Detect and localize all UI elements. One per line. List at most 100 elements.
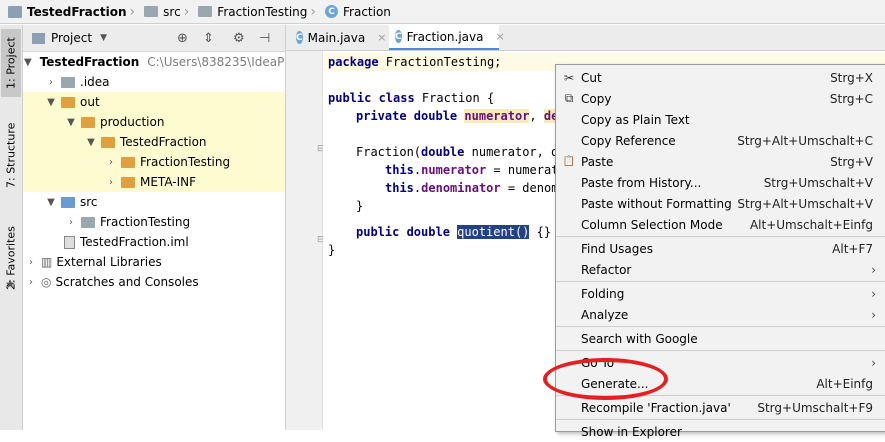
- menu-item-folding[interactable]: Folding ›: [556, 283, 885, 304]
- chevron-down-icon[interactable]: ▼: [100, 33, 107, 43]
- tree-label-root: TestedFraction: [39, 55, 140, 69]
- tree-row-src[interactable]: ▼ src: [23, 192, 285, 212]
- tree-row-external-libraries[interactable]: › ▥ External Libraries: [23, 252, 285, 272]
- editor-gutter[interactable]: ⊟ ⊟: [286, 51, 325, 430]
- folder-icon: [81, 116, 95, 128]
- menu-item-column-selection[interactable]: Column Selection Mode Alt+Umschalt+Einfg: [556, 214, 885, 235]
- menu-separator: [556, 236, 885, 237]
- menu-item-label: Find Usages: [581, 241, 654, 256]
- expand-arrow-icon[interactable]: ▼: [24, 57, 32, 68]
- menu-item-paste-history[interactable]: Paste from History... Strg+Umschalt+V: [556, 172, 885, 193]
- collapse-arrow-icon[interactable]: ›: [104, 177, 118, 188]
- code-line: Fraction(double numerator, do: [356, 143, 566, 161]
- close-icon[interactable]: ×: [377, 31, 386, 44]
- menu-item-shortcut: Alt+Einfg: [816, 376, 873, 391]
- keyword: this: [385, 163, 414, 177]
- code-line: package FractionTesting;: [328, 53, 501, 71]
- tree-label-fractiontesting-out: FractionTesting: [140, 155, 231, 169]
- submenu-arrow-icon: ›: [871, 262, 876, 277]
- collapse-arrow-icon[interactable]: ›: [24, 257, 38, 268]
- close-icon[interactable]: ×: [495, 30, 504, 43]
- copy-icon: ⧉: [564, 91, 574, 105]
- tree-row-idea[interactable]: › .idea: [23, 72, 285, 92]
- chevron-right-icon: ›: [183, 3, 190, 20]
- menu-item-analyze[interactable]: Analyze ›: [556, 304, 885, 325]
- menu-item-search-google[interactable]: Search with Google: [556, 328, 885, 349]
- code-text: }: [328, 243, 336, 257]
- project-view-icon: [32, 32, 45, 44]
- collapse-arrow-icon[interactable]: ›: [104, 157, 118, 168]
- keyword: double: [421, 145, 465, 159]
- hide-icon[interactable]: ⊣: [259, 31, 270, 46]
- tree-label-testedfraction: TestedFraction: [120, 135, 207, 149]
- tool-window-stripe: 1: Project 7: Structure 2: Favorites ★: [0, 25, 23, 430]
- tree-row-production[interactable]: ▼ production: [23, 112, 285, 132]
- menu-item-shortcut: Strg+V: [830, 154, 873, 169]
- code-line: this.numerator = numerato: [385, 161, 566, 179]
- project-tree: ▼ TestedFraction C:\Users\838235\IdeaPro…: [23, 52, 299, 430]
- tree-row-iml[interactable]: TestedFraction.iml: [23, 232, 285, 252]
- package-icon: [81, 216, 95, 228]
- tree-row-meta-inf[interactable]: › META-INF: [23, 172, 285, 192]
- keyword: this: [385, 181, 414, 195]
- tree-row-fractiontesting-src[interactable]: › FractionTesting: [23, 212, 285, 232]
- menu-item-paste-no-format[interactable]: Paste without Formatting Strg+Alt+Umschal…: [556, 193, 885, 214]
- crumb-project[interactable]: TestedFraction ›: [8, 4, 140, 20]
- expand-arrow-icon[interactable]: ▼: [84, 137, 98, 148]
- menu-item-paste[interactable]: 📋 Paste Strg+V: [556, 151, 885, 172]
- tree-row-testedfraction[interactable]: ▼ TestedFraction: [23, 132, 285, 152]
- locate-icon[interactable]: ⊕: [177, 31, 188, 46]
- tab-main-java[interactable]: C Main.java ×: [290, 25, 386, 50]
- crumb-class[interactable]: C Fraction: [325, 5, 391, 19]
- tree-row-root[interactable]: ▼ TestedFraction C:\Users\838235\IdeaPro…: [23, 52, 299, 72]
- project-view-selector[interactable]: Project: [51, 31, 92, 45]
- field-token: denominator: [421, 181, 501, 195]
- menu-item-show-in-explorer[interactable]: Show in Explorer: [556, 421, 885, 442]
- expand-arrow-icon[interactable]: ▼: [44, 97, 58, 108]
- collapse-arrow-icon[interactable]: ›: [64, 217, 78, 228]
- tab-project-tool[interactable]: 1: Project: [1, 29, 21, 97]
- collapse-arrow-icon[interactable]: ›: [24, 277, 38, 288]
- expand-arrow-icon[interactable]: ▼: [44, 197, 58, 208]
- menu-item-shortcut: Strg+Alt+Umschalt+V: [737, 196, 873, 211]
- code-line: }: [356, 197, 363, 215]
- code-text: Fraction {: [414, 91, 495, 105]
- menu-item-label: Analyze: [581, 307, 629, 322]
- menu-item-shortcut: Strg+Umschalt+V: [763, 175, 873, 190]
- menu-item-copy-plain[interactable]: Copy as Plain Text: [556, 109, 885, 130]
- keyword: public class: [328, 91, 415, 105]
- menu-item-label: Recompile 'Fraction.java': [581, 400, 731, 415]
- folder-icon: [61, 96, 75, 108]
- tab-structure-tool[interactable]: 7: Structure: [1, 117, 21, 193]
- tree-row-out[interactable]: ▼ out: [23, 92, 285, 112]
- menu-item-shortcut: Strg+X: [830, 70, 873, 85]
- menu-item-find-usages[interactable]: Find Usages Alt+F7: [556, 238, 885, 259]
- menu-item-copy[interactable]: ⧉ Copy Strg+C: [556, 88, 885, 109]
- tree-label-src: src: [80, 195, 98, 209]
- tab-structure-tool-label: 7: Structure: [4, 122, 18, 188]
- menu-item-cut[interactable]: ✂ Cut Strg+X: [556, 67, 885, 88]
- libraries-icon: ▥: [41, 255, 53, 269]
- tree-root-path: C:\Users\838235\IdeaProj: [147, 55, 300, 69]
- expand-arrow-icon[interactable]: ▼: [64, 117, 78, 128]
- code-text: ,: [529, 109, 544, 123]
- crumb-package[interactable]: FractionTesting ›: [198, 4, 321, 20]
- collapse-arrow-icon[interactable]: ›: [44, 77, 58, 88]
- menu-item-label: Search with Google: [581, 331, 698, 346]
- code-text: Fraction(: [356, 145, 422, 159]
- menu-item-refactor[interactable]: Refactor ›: [556, 259, 885, 280]
- gear-icon[interactable]: ⚙: [233, 31, 245, 46]
- scratches-icon: ◎: [41, 275, 52, 289]
- tree-row-fractiontesting-out[interactable]: › FractionTesting: [23, 152, 285, 172]
- tree-label-out: out: [80, 95, 100, 109]
- chevron-right-icon: ›: [129, 3, 136, 20]
- menu-item-recompile[interactable]: Recompile 'Fraction.java' Strg+Umschalt+F…: [556, 397, 885, 418]
- menu-item-copy-reference[interactable]: Copy Reference Strg+Alt+Umschalt+C: [556, 130, 885, 151]
- folder-icon: [61, 76, 75, 88]
- tree-label-meta-inf: META-INF: [140, 175, 197, 189]
- tab-fraction-java[interactable]: C Fraction.java ×: [389, 25, 505, 50]
- project-icon: [8, 5, 22, 18]
- crumb-src[interactable]: src ›: [144, 4, 194, 20]
- collapse-all-icon[interactable]: ⇕: [203, 31, 214, 46]
- tree-row-scratches[interactable]: › ◎ Scratches and Consoles: [23, 272, 285, 292]
